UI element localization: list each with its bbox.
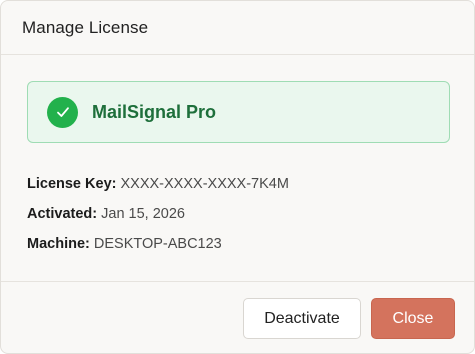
deactivate-button[interactable]: Deactivate xyxy=(243,298,361,339)
license-key-label: License Key: xyxy=(27,176,117,192)
manage-license-dialog: Manage License MailSignal Pro License Ke… xyxy=(0,0,475,354)
activated-row: Activated: Jan 15, 2026 xyxy=(27,205,289,235)
license-details: License Key: XXXX-XXXX-XXXX-7K4M Activat… xyxy=(27,175,289,265)
product-name: MailSignal Pro xyxy=(92,101,217,122)
license-key-row: License Key: XXXX-XXXX-XXXX-7K4M xyxy=(27,175,289,205)
license-key-value: XXXX-XXXX-XXXX-7K4M xyxy=(120,176,289,192)
machine-row: Machine: DESKTOP-ABC123 xyxy=(27,235,289,265)
close-button[interactable]: Close xyxy=(371,298,455,339)
license-status-banner: MailSignal Pro xyxy=(27,81,450,143)
activated-label: Activated: xyxy=(27,206,98,222)
machine-label: Machine: xyxy=(27,236,90,252)
dialog-header: Manage License xyxy=(1,1,474,55)
dialog-title: Manage License xyxy=(22,17,149,37)
activated-value: Jan 15, 2026 xyxy=(101,206,185,222)
machine-value: DESKTOP-ABC123 xyxy=(93,236,222,252)
dialog-footer: Deactivate Close xyxy=(1,281,474,353)
check-circle-icon xyxy=(47,96,78,128)
